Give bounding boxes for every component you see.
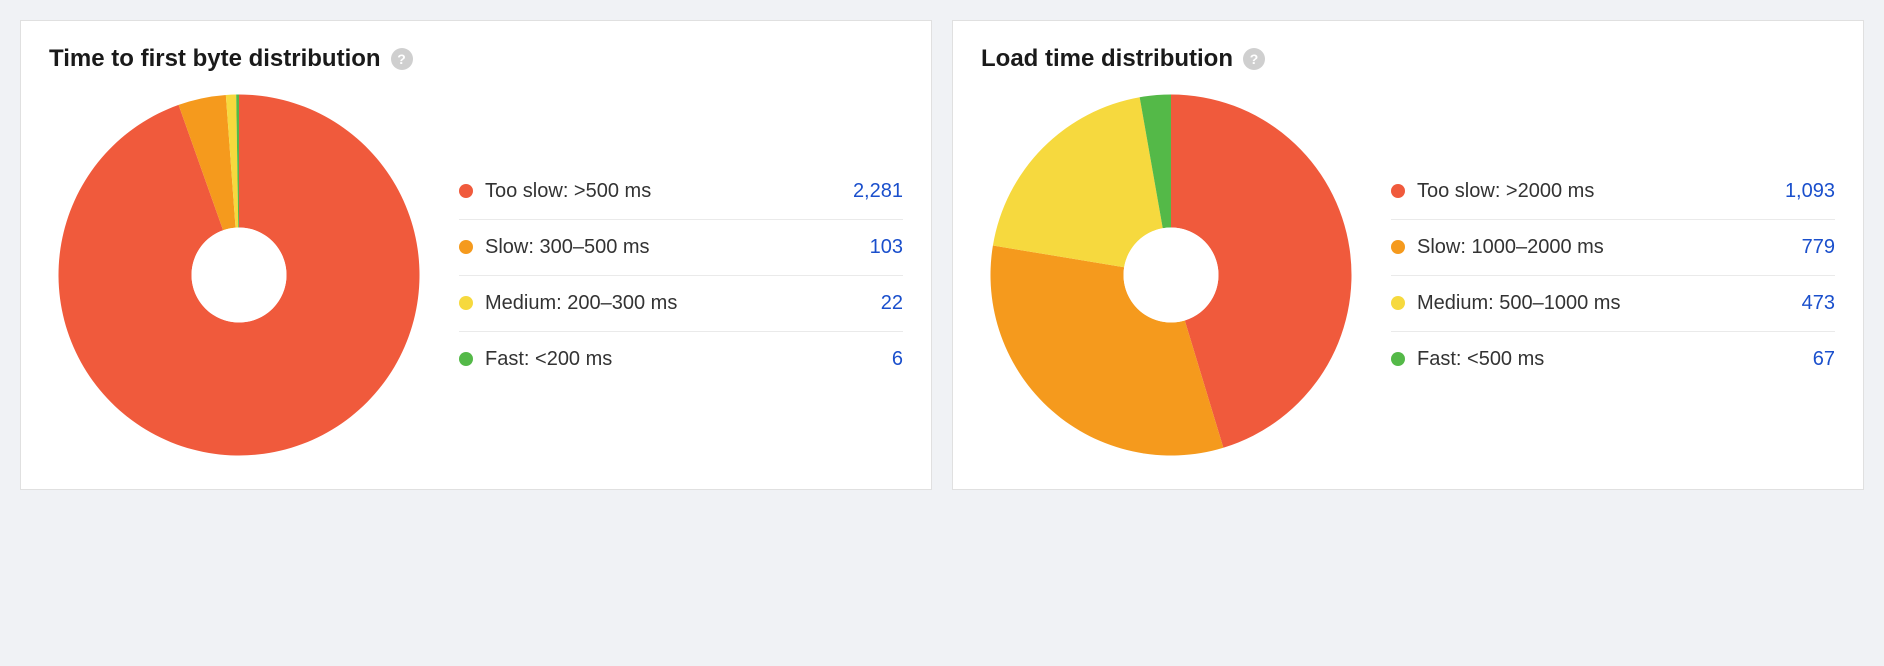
donut-svg [49,85,429,465]
legend-ttfb: Too slow: >500 ms 2,281 Slow: 300–500 ms… [459,164,903,387]
legend-row-slow[interactable]: Slow: 1000–2000 ms 779 [1391,220,1835,276]
panel-loadtime: Load time distribution ? Too slow: >2000… [952,20,1864,490]
legend-left: Fast: <200 ms [459,346,612,373]
help-icon[interactable]: ? [1243,48,1265,70]
donut-chart-ttfb [49,85,429,465]
legend-row-medium[interactable]: Medium: 500–1000 ms 473 [1391,276,1835,332]
legend-row-too-slow[interactable]: Too slow: >500 ms 2,281 [459,164,903,220]
donut-hole [192,228,287,323]
donut-chart-loadtime [981,85,1361,465]
legend-label: Medium: 200–300 ms [485,290,677,317]
legend-label: Fast: <500 ms [1417,346,1544,373]
help-icon[interactable]: ? [391,48,413,70]
panel-title: Time to first byte distribution ? [49,45,903,73]
legend-row-too-slow[interactable]: Too slow: >2000 ms 1,093 [1391,164,1835,220]
legend-value: 2,281 [853,178,903,205]
legend-value: 67 [1813,346,1835,373]
legend-label: Slow: 1000–2000 ms [1417,234,1604,261]
donut-svg [981,85,1361,465]
legend-value: 6 [892,346,903,373]
panel-title-text: Load time distribution [981,45,1233,73]
panel-body: Too slow: >500 ms 2,281 Slow: 300–500 ms… [49,85,903,465]
legend-left: Medium: 200–300 ms [459,290,677,317]
panel-body: Too slow: >2000 ms 1,093 Slow: 1000–2000… [981,85,1835,465]
legend-left: Too slow: >2000 ms [1391,178,1594,205]
legend-left: Slow: 300–500 ms [459,234,650,261]
legend-row-medium[interactable]: Medium: 200–300 ms 22 [459,276,903,332]
legend-row-fast[interactable]: Fast: <500 ms 67 [1391,332,1835,387]
panels-container: Time to first byte distribution ? Too sl… [20,20,1864,490]
legend-value: 779 [1802,234,1835,261]
legend-value: 22 [881,290,903,317]
legend-label: Too slow: >500 ms [485,178,651,205]
donut-hole [1124,228,1219,323]
legend-row-fast[interactable]: Fast: <200 ms 6 [459,332,903,387]
legend-value: 103 [870,234,903,261]
legend-value: 1,093 [1785,178,1835,205]
panel-ttfb: Time to first byte distribution ? Too sl… [20,20,932,490]
legend-left: Medium: 500–1000 ms [1391,290,1620,317]
legend-label: Too slow: >2000 ms [1417,178,1594,205]
legend-row-slow[interactable]: Slow: 300–500 ms 103 [459,220,903,276]
legend-label: Medium: 500–1000 ms [1417,290,1620,317]
legend-dot [459,184,473,198]
legend-dot [1391,296,1405,310]
legend-left: Fast: <500 ms [1391,346,1544,373]
legend-dot [459,240,473,254]
legend-dot [459,352,473,366]
legend-dot [459,296,473,310]
panel-title-text: Time to first byte distribution [49,45,381,73]
legend-loadtime: Too slow: >2000 ms 1,093 Slow: 1000–2000… [1391,164,1835,387]
legend-dot [1391,352,1405,366]
legend-value: 473 [1802,290,1835,317]
legend-dot [1391,184,1405,198]
legend-left: Slow: 1000–2000 ms [1391,234,1604,261]
legend-left: Too slow: >500 ms [459,178,651,205]
panel-title: Load time distribution ? [981,45,1835,73]
legend-dot [1391,240,1405,254]
legend-label: Fast: <200 ms [485,346,612,373]
legend-label: Slow: 300–500 ms [485,234,650,261]
